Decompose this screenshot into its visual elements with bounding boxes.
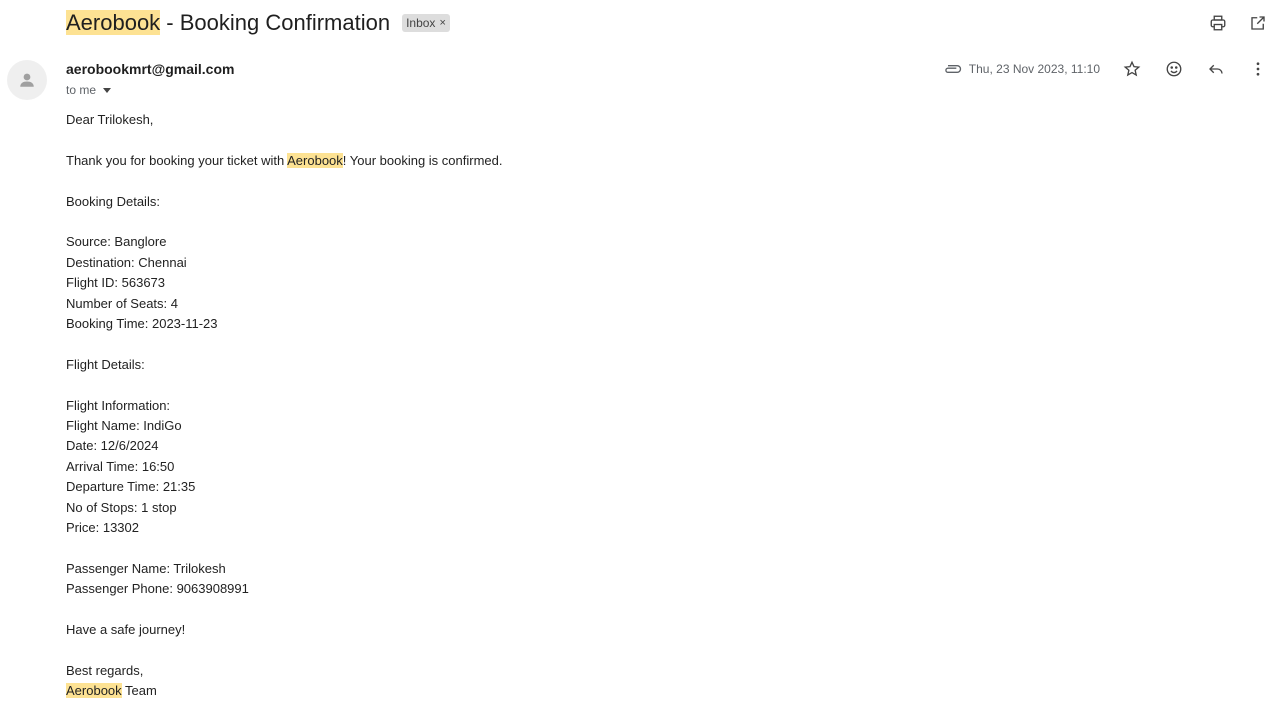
passenger-name-line: Passenger Name: Trilokesh — [66, 560, 226, 576]
subject-brand-highlight: Aerobook — [66, 10, 161, 35]
email-body: Dear Trilokesh, Thank you for booking yo… — [66, 110, 866, 702]
signature-team: Team — [121, 683, 157, 699]
safe-journey-line: Have a safe journey! — [66, 622, 186, 638]
stops-line: No of Stops: 1 stop — [66, 499, 177, 515]
email-subject: Aerobook - Booking Confirmation — [66, 8, 390, 38]
print-icon[interactable] — [1208, 13, 1228, 33]
recipients-toggle[interactable]: to me — [66, 82, 112, 98]
message-meta: Thu, 23 Nov 2023, 11:10 — [943, 58, 1268, 80]
passenger-phone-line: Passenger Phone: 9063908991 — [66, 581, 249, 597]
remove-label-button[interactable]: × — [439, 15, 445, 31]
departure-time-line: Departure Time: 21:35 — [66, 479, 196, 495]
sender-email[interactable]: aerobookmrt@gmail.com — [66, 60, 234, 78]
flight-information-line: Flight Information: — [66, 397, 171, 413]
inbox-label-chip[interactable]: Inbox × — [402, 14, 450, 32]
open-in-new-window-icon[interactable] — [1248, 13, 1268, 33]
inbox-label-text: Inbox — [406, 16, 436, 30]
signature-line: Aerobook Team — [66, 681, 866, 701]
message-date: Thu, 23 Nov 2023, 11:10 — [968, 62, 1100, 76]
price-line: Price: 13302 — [66, 520, 139, 536]
reply-icon[interactable] — [1206, 59, 1226, 79]
email-subject-row: Aerobook - Booking Confirmation Inbox × — [66, 8, 450, 38]
flight-id-line: Flight ID: 563673 — [66, 275, 166, 291]
arrival-time-line: Arrival Time: 16:50 — [66, 458, 175, 474]
emoji-reaction-icon[interactable] — [1164, 59, 1184, 79]
subject-text: - Booking Confirmation — [160, 10, 391, 35]
sender-avatar[interactable] — [7, 60, 47, 100]
booking-time-line: Booking Time: 2023-11-23 — [66, 316, 218, 332]
destination-line: Destination: Chennai — [66, 254, 187, 270]
source-line: Source: Banglore — [66, 234, 167, 250]
to-me-label: to me — [66, 83, 97, 97]
regards-line: Best regards, — [66, 662, 144, 678]
brand-highlight: Aerobook — [287, 152, 343, 168]
confirmed-text: ! Your booking is confirmed. — [342, 152, 503, 168]
booking-details-heading: Booking Details: — [66, 193, 160, 209]
flight-details-heading: Flight Details: — [66, 356, 145, 372]
star-icon[interactable] — [1122, 59, 1142, 79]
thanks-line: Thank you for booking your ticket with A… — [66, 151, 866, 171]
thread-actions — [1208, 13, 1268, 33]
seats-line: Number of Seats: 4 — [66, 295, 178, 311]
more-options-icon[interactable] — [1248, 59, 1268, 79]
flight-name-line: Flight Name: IndiGo — [66, 418, 182, 434]
attachment-icon — [943, 63, 963, 75]
greeting: Dear Trilokesh, — [66, 112, 154, 127]
signature-brand-highlight: Aerobook — [66, 683, 122, 699]
thanks-text: Thank you for booking your ticket with — [66, 152, 288, 168]
chevron-down-icon — [103, 87, 112, 93]
flight-date-line: Date: 12/6/2024 — [66, 438, 159, 454]
person-avatar-icon — [20, 73, 34, 87]
